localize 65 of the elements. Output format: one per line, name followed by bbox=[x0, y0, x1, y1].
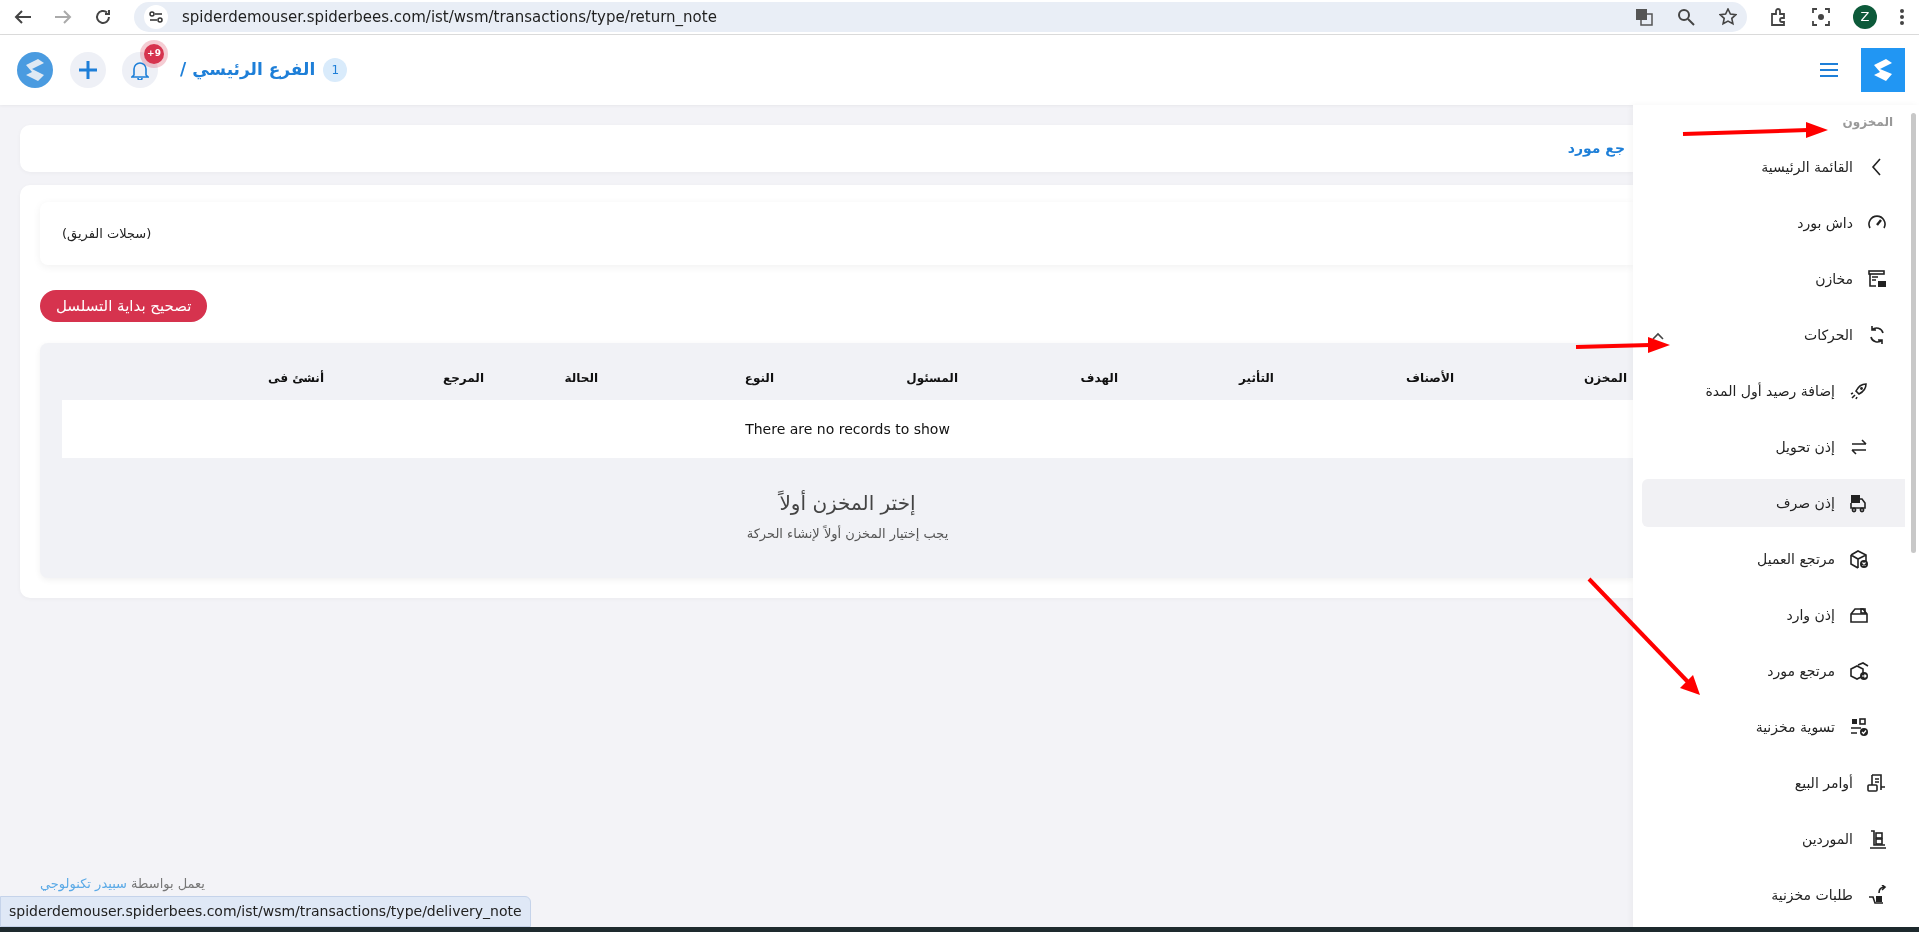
footer-credit: يعمل بواسطة سبيدر تكنولوجي bbox=[40, 874, 205, 893]
sidebar-section-title: المخزون bbox=[1842, 114, 1893, 132]
reset-sequence-button[interactable]: تصحيح بداية التسلسل bbox=[40, 290, 208, 322]
sidebar-item[interactable]: طلبات مخزنية bbox=[1642, 867, 1905, 923]
rocket-icon bbox=[1849, 381, 1869, 401]
refresh-icon bbox=[1867, 325, 1887, 345]
truck-box-icon bbox=[1849, 493, 1869, 513]
menu-icon[interactable] bbox=[1819, 62, 1839, 78]
column-header[interactable]: الهدف bbox=[1080, 370, 1118, 385]
empty-table-message: There are no records to show bbox=[62, 400, 1633, 458]
sidebar-item[interactable]: القائمة الرئيسية bbox=[1642, 139, 1905, 195]
swap-arrows-icon bbox=[1849, 437, 1869, 457]
column-header[interactable]: المخزن bbox=[1583, 370, 1627, 385]
column-header[interactable]: النوع bbox=[744, 370, 774, 385]
search-icon[interactable] bbox=[1677, 8, 1695, 26]
notification-badge: +9 bbox=[144, 44, 164, 64]
warehouse-icon bbox=[1867, 269, 1887, 289]
column-header[interactable]: الحالة bbox=[564, 370, 598, 385]
logo-icon[interactable] bbox=[16, 51, 54, 89]
add-button[interactable] bbox=[70, 52, 106, 88]
more-icon[interactable] bbox=[1899, 8, 1905, 26]
translate-icon[interactable] bbox=[1635, 8, 1653, 26]
screenshot-icon[interactable] bbox=[1811, 7, 1831, 27]
sidebar-item[interactable]: مرتجع مورد bbox=[1642, 643, 1905, 699]
sidebar-item[interactable]: إذن وارد bbox=[1642, 587, 1905, 643]
team-records-link[interactable]: (سجلات الفريق) bbox=[62, 223, 152, 244]
boxes-arrow-icon bbox=[1849, 661, 1869, 681]
reload-icon[interactable] bbox=[94, 8, 112, 26]
sidebar-item[interactable]: الحركات bbox=[1642, 307, 1905, 363]
back-icon[interactable] bbox=[14, 9, 32, 25]
column-header[interactable]: المرجع bbox=[443, 370, 484, 385]
status-url: spiderdemouser.spiderbees.com/ist/wsm/transactions/type/delivery_note bbox=[0, 896, 531, 927]
scrollbar[interactable] bbox=[1911, 113, 1916, 553]
column-header[interactable]: أنشئ فى bbox=[268, 370, 324, 385]
column-header[interactable]: التأثير bbox=[1239, 370, 1274, 385]
cart-arrow-icon bbox=[1867, 885, 1887, 905]
address-bar[interactable]: spiderdemouser.spiderbees.com/ist/wsm/transactions/type/return_note bbox=[134, 2, 1747, 32]
empty-state-title: إختر المخزن أولاً bbox=[777, 489, 917, 517]
sidebar-item[interactable]: إذن صرف bbox=[1642, 479, 1905, 527]
sidebar-item[interactable]: أوامر البيع bbox=[1642, 755, 1905, 811]
sidebar-item[interactable]: مخازن bbox=[1642, 251, 1905, 307]
app-logo[interactable] bbox=[1861, 48, 1905, 92]
branch-link[interactable]: الفرع الرئيسي / bbox=[180, 57, 316, 83]
box-x-icon bbox=[1849, 549, 1869, 569]
receipt-icon bbox=[1867, 773, 1887, 793]
bell-icon bbox=[131, 60, 149, 80]
sidebar-item[interactable]: مرتجع العميل bbox=[1642, 531, 1905, 587]
sidebar-item[interactable]: إضافة رصيد أول المدة bbox=[1642, 363, 1905, 419]
site-info-icon[interactable] bbox=[149, 11, 163, 23]
page-title: جع مورد bbox=[1567, 139, 1625, 159]
sidebar-item[interactable]: إذن تحويل bbox=[1642, 419, 1905, 475]
sidebar-item[interactable]: داش بورد bbox=[1642, 195, 1905, 251]
sidebar-item[interactable]: تسوية مخزنية bbox=[1642, 699, 1905, 755]
boxes-check-icon bbox=[1849, 717, 1869, 737]
sidebar-item[interactable]: الموردين bbox=[1642, 811, 1905, 867]
plus-icon bbox=[78, 60, 98, 80]
column-header[interactable]: المسئول bbox=[906, 370, 958, 385]
empty-state-subtitle: يجب إختيار المخزن أولاً لإنشاء الحركة bbox=[745, 524, 950, 544]
branch-badge: 1 bbox=[323, 58, 348, 82]
star-icon[interactable] bbox=[1719, 8, 1737, 26]
tray-icon bbox=[1849, 605, 1869, 625]
url-text: spiderdemouser.spiderbees.com/ist/wsm/transactions/type/return_note bbox=[182, 6, 717, 28]
column-header[interactable]: الأصناف bbox=[1406, 370, 1454, 385]
profile-avatar[interactable]: Z bbox=[1853, 5, 1877, 29]
hand-truck-icon bbox=[1867, 829, 1887, 849]
